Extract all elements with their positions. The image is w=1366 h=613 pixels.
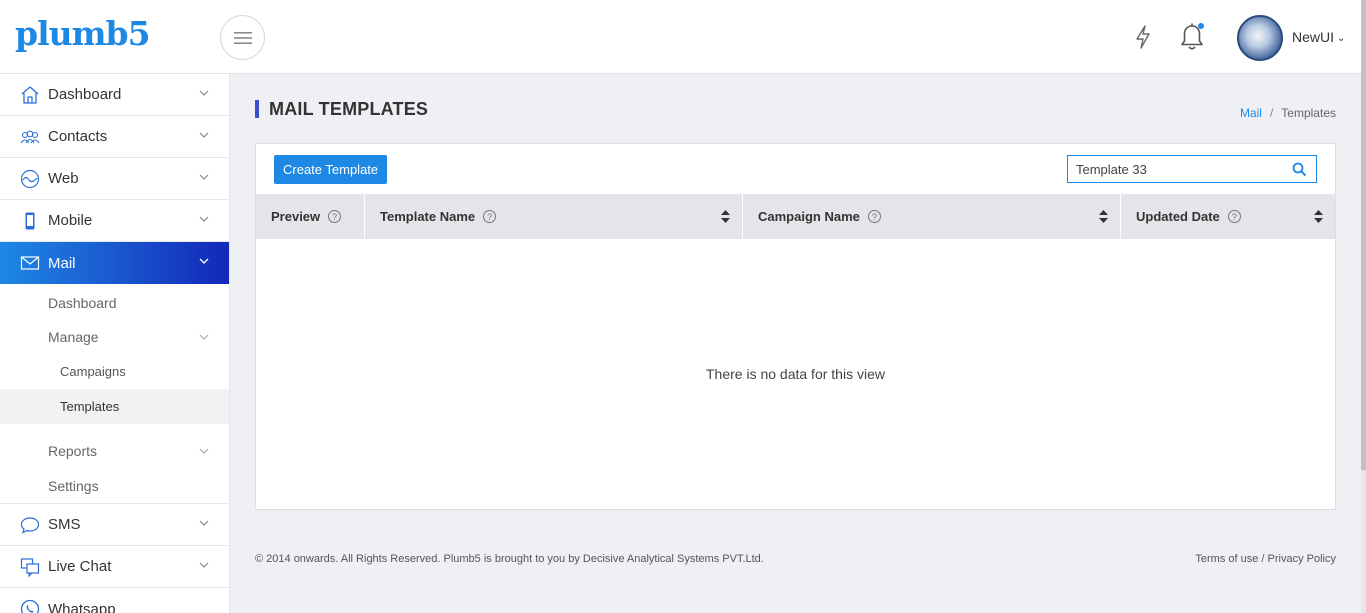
column-header-template-name[interactable]: Template Name? <box>365 194 743 239</box>
scrollbar-thumb[interactable] <box>1361 0 1366 470</box>
sidebar-item-label: Mail <box>48 254 76 272</box>
page-title: MAIL TEMPLATES <box>255 100 428 118</box>
whatsapp-icon <box>20 599 40 613</box>
chevron-down-icon <box>199 562 209 568</box>
user-menu[interactable]: NewUI ⌄ <box>1292 29 1345 45</box>
chevron-down-icon <box>199 448 209 454</box>
chevron-down-icon <box>199 520 209 526</box>
sidebar-item-sms[interactable]: SMS <box>0 504 229 546</box>
live-chat-icon <box>20 557 40 577</box>
page-scrollbar[interactable] <box>1361 0 1366 613</box>
column-label: Template Name <box>380 209 476 224</box>
help-icon[interactable]: ? <box>1227 210 1241 223</box>
menu-toggle-button[interactable] <box>220 15 265 60</box>
sidebar-item-web[interactable]: Web <box>0 158 229 200</box>
breadcrumb-link-mail[interactable]: Mail <box>1240 106 1262 120</box>
column-header-updated-date[interactable]: Updated Date? <box>1121 194 1335 239</box>
sidebar-item-live-chat[interactable]: Live Chat <box>0 546 229 588</box>
top-header: plumb5 NewUI ⌄ <box>0 0 1366 74</box>
hamburger-icon <box>233 31 252 44</box>
create-template-button[interactable]: Create Template <box>274 155 388 184</box>
sidebar-item-dashboard[interactable]: Dashboard <box>0 74 229 116</box>
search-box <box>1067 155 1317 183</box>
sidebar-item-label: Live Chat <box>48 558 112 575</box>
footer-copyright: © 2014 onwards. All Rights Reserved. Plu… <box>255 553 764 565</box>
privacy-policy-link[interactable]: Privacy Policy <box>1268 553 1336 565</box>
terms-of-use-link[interactable]: Terms of use <box>1195 553 1258 565</box>
chevron-down-icon <box>199 216 209 222</box>
sidebar-item-label: SMS <box>48 516 81 533</box>
empty-state-message: There is no data for this view <box>706 366 885 382</box>
chevron-down-icon <box>199 334 209 340</box>
sub-item-label: Reports <box>48 443 98 459</box>
help-icon[interactable]: ? <box>867 210 881 223</box>
user-name-label: NewUI <box>1292 29 1335 45</box>
breadcrumb-separator: / <box>1269 106 1274 120</box>
lightning-icon[interactable] <box>1132 24 1154 50</box>
help-icon[interactable]: ? <box>483 210 497 223</box>
mail-icon <box>20 253 40 273</box>
chevron-down-icon <box>199 258 209 264</box>
web-icon <box>20 169 40 189</box>
avatar[interactable] <box>1237 15 1283 61</box>
footer-links: Terms of use / Privacy Policy <box>1195 553 1336 565</box>
mobile-icon <box>20 211 40 231</box>
chevron-down-icon <box>199 174 209 180</box>
column-label: Preview <box>271 209 321 224</box>
sidebar-item-label: Web <box>48 170 79 187</box>
table-header: Preview? Template Name? Campaign Name? U… <box>256 194 1335 239</box>
footer-separator: / <box>1261 553 1265 565</box>
column-label: Updated Date <box>1136 209 1220 224</box>
sidebar-item-label: Dashboard <box>48 86 122 103</box>
column-header-campaign-name[interactable]: Campaign Name? <box>743 194 1121 239</box>
home-icon <box>20 85 40 105</box>
logo[interactable]: plumb5 <box>15 14 151 53</box>
sort-icon[interactable] <box>1099 210 1108 223</box>
mail-sub-settings[interactable]: Settings <box>0 468 229 504</box>
sidebar-item-label: Contacts <box>48 128 108 145</box>
column-label: Campaign Name <box>758 209 860 224</box>
sidebar-item-contacts[interactable]: Contacts <box>0 116 229 158</box>
chevron-down-icon: ⌄ <box>1337 33 1346 44</box>
mail-sub-campaigns[interactable]: Campaigns <box>0 354 229 389</box>
sub-item-label: Manage <box>48 329 99 345</box>
mail-sub-reports[interactable]: Reports <box>0 434 229 468</box>
search-input[interactable] <box>1068 156 1283 182</box>
sidebar: Dashboard Contacts Web Mobile Mail Dashb… <box>0 74 230 613</box>
sort-icon[interactable] <box>1314 210 1323 223</box>
breadcrumb-current: Templates <box>1281 106 1336 120</box>
contacts-icon <box>20 127 40 147</box>
sidebar-item-whatsapp[interactable]: Whatsapp <box>0 588 229 613</box>
notifications-button[interactable] <box>1178 22 1206 52</box>
breadcrumb: Mail / Templates <box>1240 106 1336 120</box>
chevron-down-icon <box>199 132 209 138</box>
sidebar-item-mobile[interactable]: Mobile <box>0 200 229 242</box>
sidebar-item-label: Mobile <box>48 212 93 229</box>
templates-panel: Create Template Preview? Template Name? … <box>255 143 1336 510</box>
mail-sub-templates[interactable]: Templates <box>0 389 229 424</box>
mail-sub-manage[interactable]: Manage <box>0 320 229 354</box>
chevron-down-icon <box>199 90 209 96</box>
column-header-preview[interactable]: Preview? <box>256 194 365 239</box>
notification-dot <box>1198 23 1204 29</box>
sort-icon[interactable] <box>721 210 730 223</box>
search-icon[interactable] <box>1292 162 1307 177</box>
sms-icon <box>20 515 40 535</box>
help-icon[interactable]: ? <box>328 210 342 223</box>
mail-sub-dashboard[interactable]: Dashboard <box>0 286 229 320</box>
sidebar-item-mail[interactable]: Mail <box>0 242 229 284</box>
sidebar-item-label: Whatsapp <box>48 600 116 613</box>
